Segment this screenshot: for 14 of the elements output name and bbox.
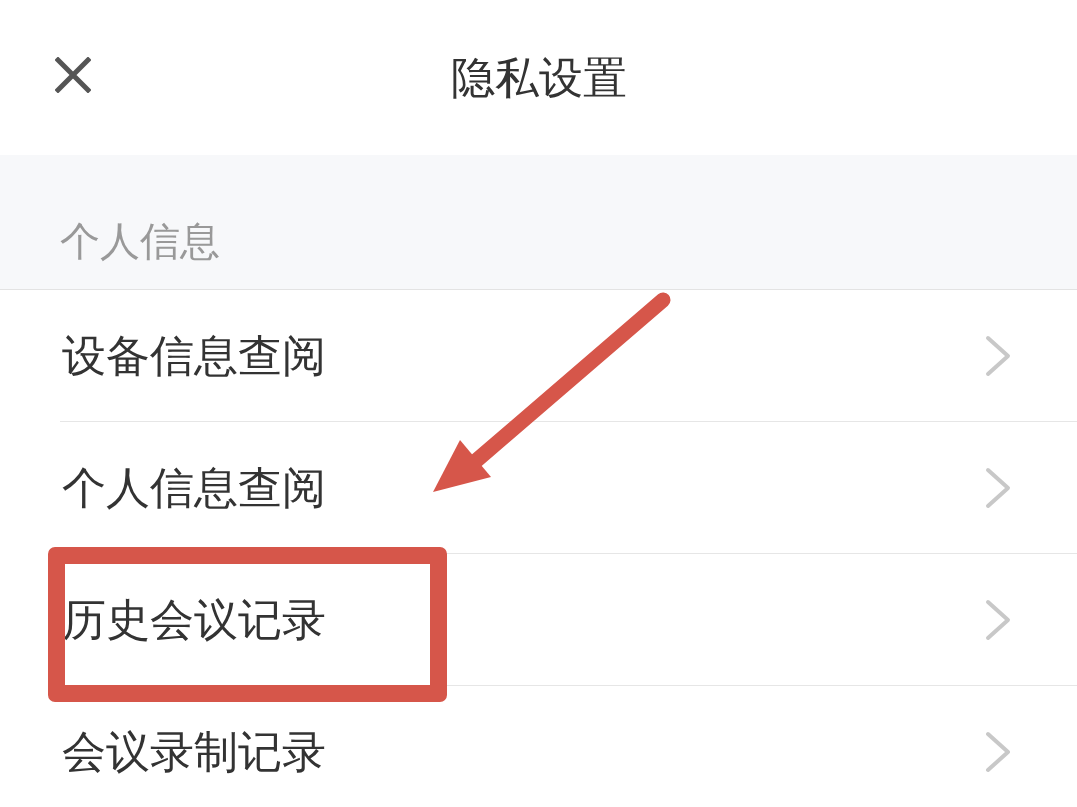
chevron-right-icon — [984, 731, 1012, 773]
list-row[interactable]: 历史会议记录 — [60, 554, 1077, 686]
section-title: 个人信息 — [60, 221, 220, 261]
chevron-right-icon — [984, 466, 1012, 509]
row-label: 会议录制记录 — [62, 730, 326, 774]
chevron-right-icon — [984, 334, 1012, 377]
page-title: 隐私设置 — [450, 55, 627, 100]
list-row[interactable]: 设备信息查阅 — [60, 290, 1077, 422]
row-label: 历史会议记录 — [62, 597, 326, 642]
row-label: 个人信息查阅 — [62, 465, 326, 510]
close-icon — [55, 57, 91, 93]
chevron-right-icon — [984, 598, 1012, 641]
row-label: 设备信息查阅 — [62, 333, 326, 378]
list-row[interactable]: 会议录制记录 — [60, 686, 1077, 807]
